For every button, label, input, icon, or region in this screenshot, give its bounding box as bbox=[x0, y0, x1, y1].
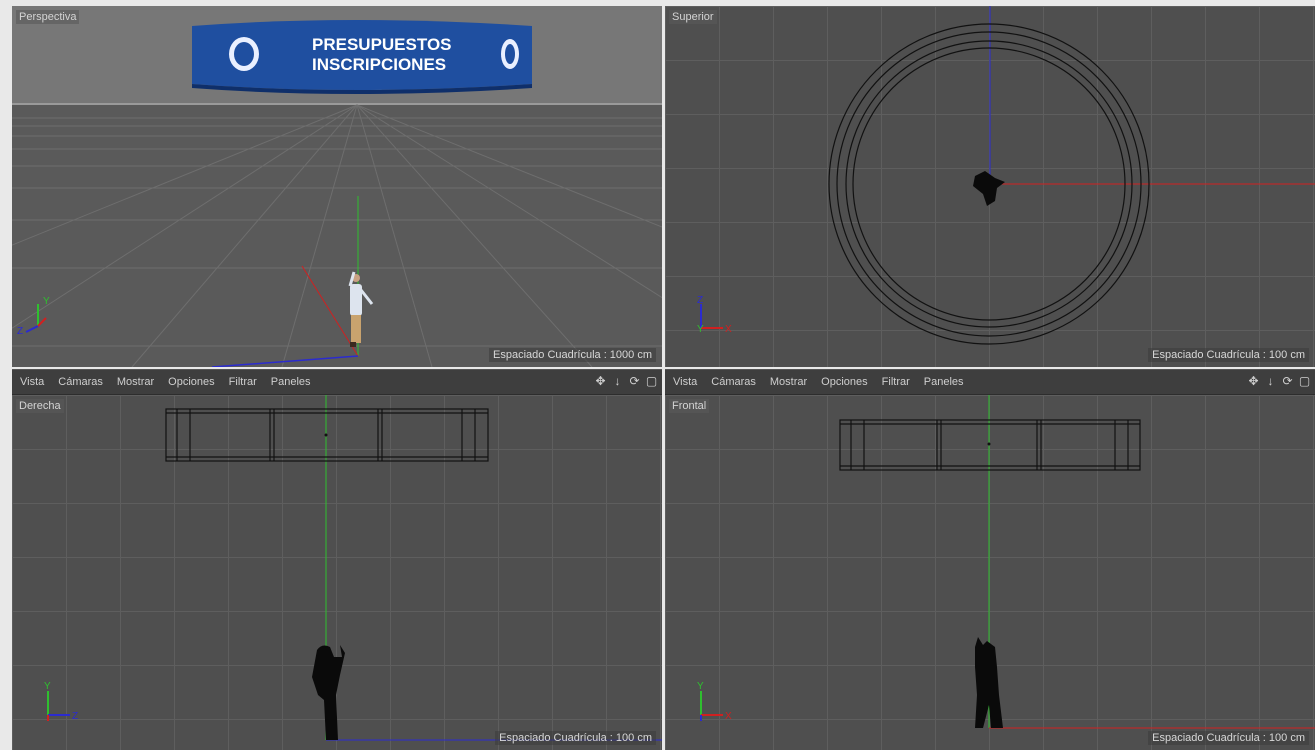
viewport-menubar-right: Vista Cámaras Mostrar Opciones Filtrar P… bbox=[665, 369, 1315, 395]
grid-spacing-readout: Espaciado Cuadrícula : 100 cm bbox=[1148, 348, 1309, 362]
person-side-view[interactable] bbox=[312, 645, 345, 740]
viewport-label: Perspectiva bbox=[16, 10, 80, 24]
menu-paneles[interactable]: Paneles bbox=[924, 376, 964, 388]
viewport-front[interactable]: Y X Frontal Espaciado Cuadrícula : 100 c… bbox=[665, 395, 1315, 750]
top-scene: Z X Y bbox=[697, 6, 1315, 345]
axis-y-label: Y bbox=[44, 681, 51, 692]
menu-vista[interactable]: Vista bbox=[673, 376, 697, 388]
axis-x-label: X bbox=[725, 711, 732, 722]
axis-y-label: Y bbox=[697, 681, 704, 692]
maximize-icon[interactable]: ▢ bbox=[645, 375, 658, 388]
axis-z-label: Z bbox=[17, 326, 23, 337]
axis-y-label: Y bbox=[43, 296, 50, 307]
viewport-right[interactable]: Y Z Derecha Espaciado Cuadrícula : 100 c… bbox=[12, 395, 662, 750]
viewport-perspective[interactable]: PRESUPUESTOS INSCRIPCIONES Y Z Perspecti… bbox=[12, 6, 662, 367]
axis-y-label: Y bbox=[697, 324, 704, 335]
menu-filtrar[interactable]: Filtrar bbox=[882, 376, 910, 388]
menu-filtrar[interactable]: Filtrar bbox=[229, 376, 257, 388]
rotate-icon[interactable]: ⟳ bbox=[1281, 375, 1294, 388]
menu-vista[interactable]: Vista bbox=[20, 376, 44, 388]
banner-line1: PRESUPUESTOS bbox=[312, 35, 452, 54]
maximize-icon[interactable]: ▢ bbox=[1298, 375, 1311, 388]
front-scene: Y X bbox=[697, 395, 1315, 729]
menu-camaras[interactable]: Cámaras bbox=[58, 376, 103, 388]
rotate-icon[interactable]: ⟳ bbox=[628, 375, 641, 388]
banner-ring[interactable]: PRESUPUESTOS INSCRIPCIONES bbox=[192, 20, 532, 94]
axis-z-label: Z bbox=[697, 295, 703, 306]
move-icon[interactable]: ✥ bbox=[1247, 375, 1260, 388]
arrow-down-icon[interactable]: ↓ bbox=[611, 375, 624, 388]
perspective-scene: PRESUPUESTOS INSCRIPCIONES Y Z bbox=[12, 6, 662, 367]
viewport-menubar-left: Vista Cámaras Mostrar Opciones Filtrar P… bbox=[12, 369, 662, 395]
banner-line2: INSCRIPCIONES bbox=[312, 55, 446, 74]
menu-paneles[interactable]: Paneles bbox=[271, 376, 311, 388]
viewport-label: Derecha bbox=[16, 399, 64, 413]
grid-spacing-readout: Espaciado Cuadrícula : 1000 cm bbox=[489, 348, 656, 362]
grid-spacing-readout: Espaciado Cuadrícula : 100 cm bbox=[495, 731, 656, 745]
menu-opciones[interactable]: Opciones bbox=[168, 376, 214, 388]
menu-mostrar[interactable]: Mostrar bbox=[117, 376, 154, 388]
menu-mostrar[interactable]: Mostrar bbox=[770, 376, 807, 388]
viewport-label: Frontal bbox=[669, 399, 710, 413]
axis-x-label: X bbox=[725, 324, 732, 335]
person-top-view[interactable] bbox=[973, 171, 1005, 206]
menu-camaras[interactable]: Cámaras bbox=[711, 376, 756, 388]
viewport-label: Superior bbox=[669, 10, 717, 24]
move-icon[interactable]: ✥ bbox=[594, 375, 607, 388]
viewport-top[interactable]: Z X Y Superior Espaciado Cuadrícula : 10… bbox=[665, 6, 1315, 367]
right-scene: Y Z bbox=[44, 395, 662, 741]
menu-opciones[interactable]: Opciones bbox=[821, 376, 867, 388]
grid-spacing-readout: Espaciado Cuadrícula : 100 cm bbox=[1148, 731, 1309, 745]
axis-z-label: Z bbox=[72, 711, 78, 722]
arrow-down-icon[interactable]: ↓ bbox=[1264, 375, 1277, 388]
